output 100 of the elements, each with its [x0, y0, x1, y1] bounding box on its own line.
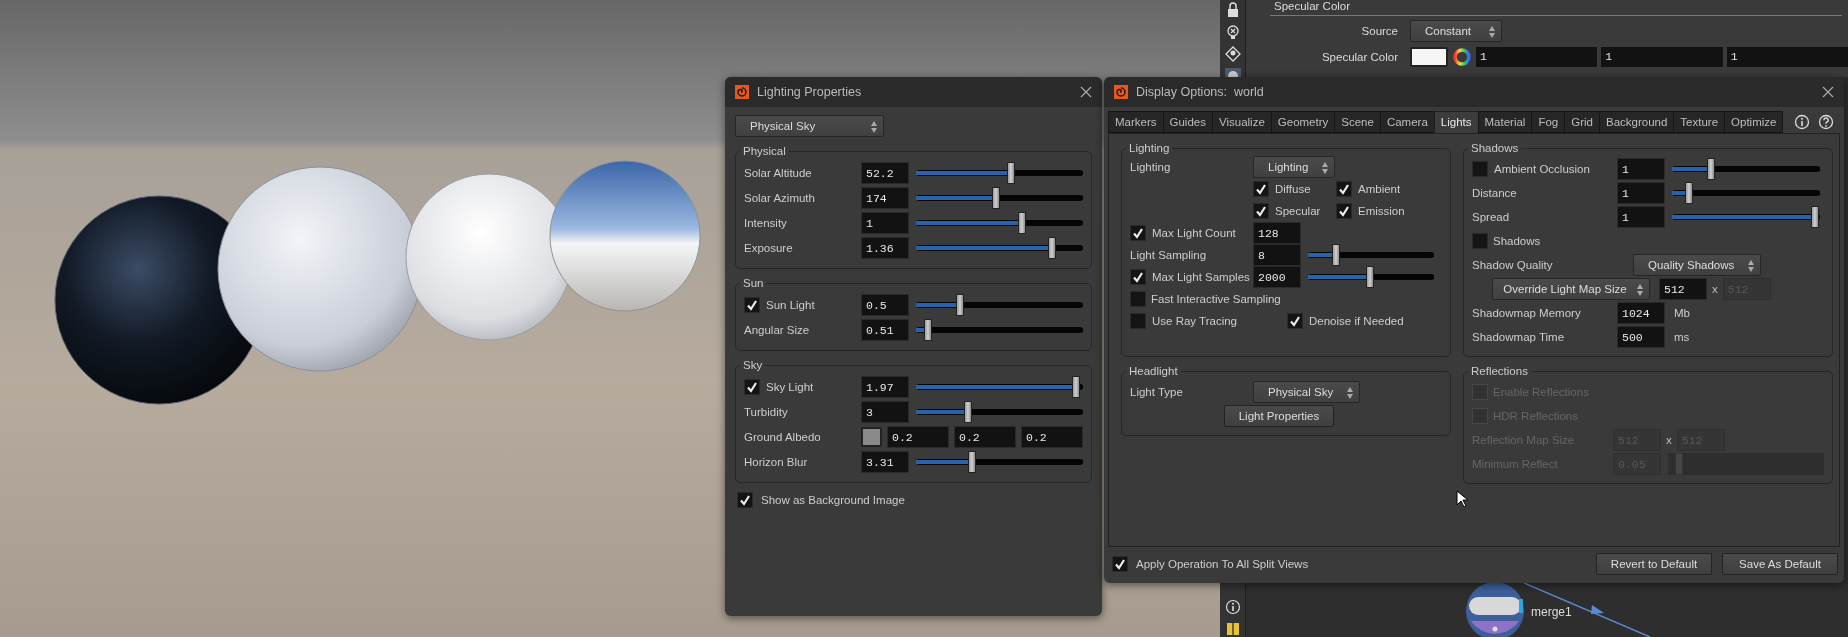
tab[interactable]: Geometry	[1270, 111, 1336, 133]
slider-thumb[interactable]	[1006, 162, 1015, 184]
tab[interactable]: Grid	[1564, 111, 1600, 133]
value-field[interactable]: 52.2	[861, 162, 909, 184]
check-icon	[1255, 205, 1267, 217]
value-field[interactable]: 1.97	[861, 376, 909, 398]
close-icon[interactable]	[1080, 86, 1092, 98]
tab[interactable]: Material	[1477, 111, 1533, 133]
tab[interactable]: Visualize	[1211, 111, 1272, 133]
value-field[interactable]: 1	[1617, 206, 1665, 228]
color-swatch[interactable]	[861, 427, 882, 447]
checkbox-label: Show as Background Image	[761, 494, 905, 506]
slider-thumb[interactable]	[1365, 266, 1374, 288]
light-properties-button[interactable]: Light Properties	[1224, 405, 1334, 427]
tab[interactable]: Fog	[1531, 111, 1566, 133]
value-field[interactable]: 1.36	[861, 237, 909, 259]
tab[interactable]: Camera	[1379, 111, 1435, 133]
value-field[interactable]: 1	[861, 212, 909, 234]
parameter-label: Ground Albedo	[744, 431, 821, 443]
check-icon	[1114, 558, 1126, 570]
value-field[interactable]: 2000	[1253, 266, 1301, 288]
value-field[interactable]: 0.5	[861, 294, 909, 316]
lightbulb-icon[interactable]	[1224, 24, 1241, 40]
value-field[interactable]: 174	[861, 187, 909, 209]
slider-thumb[interactable]	[968, 451, 977, 473]
checkbox[interactable]	[1472, 161, 1488, 177]
checkbox[interactable]	[1287, 313, 1303, 329]
tab[interactable]: Lights	[1433, 111, 1479, 133]
slider-thumb[interactable]	[963, 401, 972, 423]
value-field[interactable]: 1	[1617, 158, 1665, 180]
slider-thumb[interactable]	[1047, 237, 1056, 259]
checkbox[interactable]	[737, 492, 753, 508]
slider-thumb[interactable]	[1707, 158, 1715, 180]
footer-button[interactable]: Save As Default	[1722, 553, 1838, 575]
checkbox[interactable]	[1336, 203, 1352, 219]
option-dropdown[interactable]: Quality Shadows	[1633, 254, 1762, 276]
value-field[interactable]: 500	[1617, 326, 1665, 348]
checkbox[interactable]	[1472, 233, 1488, 249]
slider-thumb[interactable]	[923, 319, 932, 341]
footer-button[interactable]: Revert to Default	[1596, 553, 1712, 575]
spiral-logo-icon	[1114, 85, 1128, 99]
checkbox[interactable]	[1130, 313, 1146, 329]
help-icon[interactable]	[1818, 114, 1834, 130]
value-field[interactable]: 512	[1659, 278, 1707, 300]
checkbox[interactable]	[1130, 291, 1146, 307]
checkbox[interactable]	[1130, 269, 1146, 285]
slider-thumb[interactable]	[1331, 244, 1340, 266]
checkbox[interactable]	[744, 297, 760, 313]
option-dropdown[interactable]: Lighting	[1253, 156, 1336, 178]
tab[interactable]: Texture	[1673, 111, 1726, 133]
info-icon[interactable]	[1224, 599, 1241, 615]
unit-label: ms	[1674, 331, 1690, 343]
group-title: Headlight	[1128, 365, 1179, 377]
slider-thumb[interactable]	[1684, 182, 1693, 204]
diamond-bulb-icon[interactable]	[1224, 46, 1241, 62]
tab[interactable]: Optimize	[1724, 111, 1784, 133]
parameter-label: Sun Light	[766, 299, 815, 311]
value-field[interactable]: 1	[1476, 47, 1598, 67]
value-field[interactable]: 0.2	[887, 426, 949, 448]
checkbox[interactable]	[1112, 556, 1128, 572]
value-field[interactable]: 0.2	[954, 426, 1016, 448]
color-swatch[interactable]	[1410, 47, 1448, 67]
color-wheel-icon[interactable]	[1452, 47, 1472, 67]
layout-icon[interactable]	[1224, 621, 1241, 637]
value-field[interactable]: 0.2	[1021, 426, 1083, 448]
value-field[interactable]: 1	[1726, 47, 1848, 67]
slider-thumb[interactable]	[1810, 206, 1819, 228]
checkbox[interactable]	[744, 379, 760, 395]
value-field[interactable]: 128	[1253, 222, 1301, 244]
value-field[interactable]: 8	[1253, 244, 1301, 266]
tab[interactable]: Markers	[1108, 111, 1164, 133]
parameter-label: Shadowmap Memory	[1472, 307, 1581, 319]
parameter-label: Spread	[1472, 211, 1510, 223]
close-icon[interactable]	[1822, 86, 1834, 98]
size-dropdown[interactable]: Override Light Map Size	[1492, 278, 1650, 300]
tab[interactable]: Scene	[1334, 111, 1381, 133]
value-field[interactable]: 1	[1617, 182, 1665, 204]
value-field[interactable]: 0.51	[861, 319, 909, 341]
checkbox[interactable]	[1336, 181, 1352, 197]
value-field[interactable]: 1024	[1617, 302, 1665, 324]
slider-thumb[interactable]	[992, 187, 1001, 209]
checkbox[interactable]	[1253, 181, 1269, 197]
value-field[interactable]: 1	[1601, 47, 1723, 67]
checkbox[interactable]	[1130, 225, 1146, 241]
info-icon[interactable]	[1794, 114, 1810, 130]
tab[interactable]: Background	[1598, 111, 1675, 133]
parameter-label: Intensity	[744, 217, 787, 229]
spiral-logo-icon	[735, 85, 749, 99]
slider-thumb[interactable]	[1017, 212, 1026, 234]
slider-thumb[interactable]	[1071, 376, 1080, 398]
preset-dropdown[interactable]: Physical Sky	[735, 115, 884, 137]
checkbox[interactable]	[1253, 203, 1269, 219]
option-dropdown[interactable]: Physical Sky	[1253, 381, 1361, 403]
check-icon	[739, 494, 751, 506]
value-field[interactable]: 3.31	[861, 451, 909, 473]
tab[interactable]: Guides	[1162, 111, 1213, 133]
slider-thumb[interactable]	[955, 294, 964, 316]
value-field[interactable]: 3	[861, 401, 909, 423]
group-title: Sky	[742, 359, 764, 371]
source-dropdown[interactable]: Constant	[1410, 20, 1502, 42]
